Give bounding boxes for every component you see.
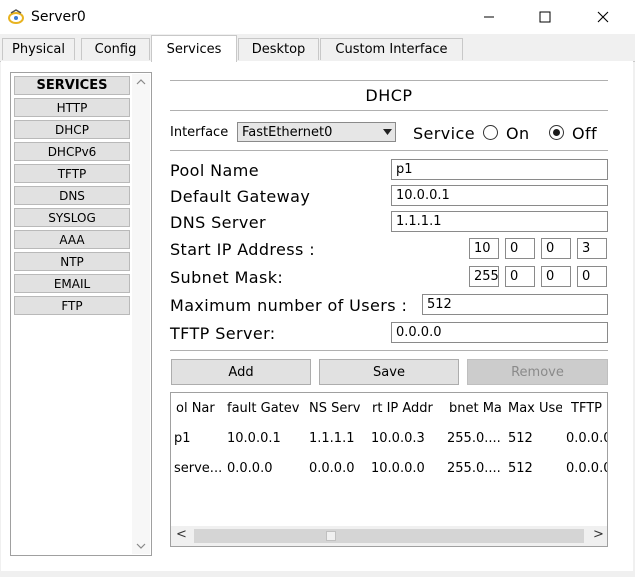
table-cell: 0.0.0.0 [566, 431, 607, 446]
default-gateway-label: Default Gateway [170, 187, 311, 206]
column-header[interactable]: rt IP Addr [372, 401, 444, 416]
tab-config[interactable]: Config [81, 38, 150, 60]
table-row[interactable]: p1 10.0.0.1 1.1.1.1 10.0.0.3 255.0.... 5… [172, 425, 607, 453]
subnet-octet-2[interactable]: 0 [505, 266, 535, 287]
tab-physical[interactable]: Physical [2, 38, 75, 60]
pool-name-field[interactable]: p1 [391, 159, 608, 180]
subnet-octet-4[interactable]: 0 [577, 266, 607, 287]
save-button[interactable]: Save [319, 359, 459, 385]
divider [170, 350, 608, 351]
pool-table-header: ol Nar fault Gatev NS Serv rt IP Addr bn… [172, 394, 607, 424]
divider [170, 150, 608, 151]
column-header[interactable]: TFTP [571, 401, 607, 416]
table-row[interactable]: serve... 0.0.0.0 0.0.0.0 10.0.0.0 255.0.… [172, 455, 607, 483]
tftp-server-field[interactable]: 0.0.0.0 [391, 322, 608, 343]
subnet-octet-3[interactable]: 0 [541, 266, 571, 287]
column-header[interactable]: NS Serv [309, 401, 367, 416]
subnet-mask-label: Subnet Mask: [170, 268, 284, 287]
table-cell: 512 [508, 461, 533, 476]
column-header[interactable]: fault Gatev [227, 401, 304, 416]
column-header[interactable]: ol Nar [176, 401, 222, 416]
window-bottom-edge [0, 571, 635, 577]
service-on-label: On [506, 124, 530, 143]
default-gateway-field[interactable]: 10.0.0.1 [391, 185, 608, 206]
service-dhcp[interactable]: DHCP [14, 120, 130, 139]
start-ip-octet-2[interactable]: 0 [505, 238, 535, 259]
table-cell: 0.0.0.0 [566, 461, 607, 476]
table-cell: 10.0.0.1 [227, 431, 281, 446]
service-ftp[interactable]: FTP [14, 296, 130, 315]
services-header: SERVICES [14, 76, 130, 95]
table-cell: 1.1.1.1 [309, 431, 355, 446]
max-users-field[interactable]: 512 [422, 294, 608, 315]
max-users-label: Maximum number of Users : [170, 296, 408, 315]
scroll-down-icon[interactable] [136, 542, 146, 550]
scrollbar-grip [326, 531, 336, 541]
chevron-down-icon [383, 129, 392, 135]
table-cell: 0.0.0.0 [309, 461, 355, 476]
add-button[interactable]: Add [171, 359, 311, 385]
table-cell: 10.0.0.0 [371, 461, 425, 476]
column-header[interactable]: bnet Ma [449, 401, 506, 416]
scrollbar-thumb[interactable] [194, 529, 584, 543]
tab-services[interactable]: Services [151, 35, 237, 62]
remove-button[interactable]: Remove [467, 359, 608, 385]
service-tftp[interactable]: TFTP [14, 164, 130, 183]
divider [170, 110, 608, 111]
table-cell: p1 [174, 431, 191, 446]
maximize-button[interactable] [522, 0, 568, 34]
minimize-button[interactable] [466, 0, 512, 34]
table-cell: serve... [174, 461, 223, 476]
start-ip-octet-1[interactable]: 10 [469, 238, 499, 259]
service-dns[interactable]: DNS [14, 186, 130, 205]
tab-desktop[interactable]: Desktop [238, 38, 319, 60]
service-aaa[interactable]: AAA [14, 230, 130, 249]
service-http[interactable]: HTTP [14, 98, 130, 117]
service-label: Service [413, 124, 475, 143]
scroll-right-icon[interactable]: > [593, 527, 604, 542]
service-off-radio[interactable] [549, 125, 564, 140]
service-ntp[interactable]: NTP [14, 252, 130, 271]
subnet-octet-1[interactable]: 255 [469, 266, 499, 287]
service-dhcpv6[interactable]: DHCPv6 [14, 142, 130, 161]
minimize-icon [484, 16, 494, 18]
dns-server-label: DNS Server [170, 213, 266, 232]
pool-name-label: Pool Name [170, 161, 259, 180]
interface-select[interactable]: FastEthernet0 [237, 122, 396, 142]
interface-select-value: FastEthernet0 [242, 125, 333, 140]
services-scrollbar[interactable] [132, 74, 150, 554]
interface-label: Interface [170, 125, 229, 140]
table-cell: 255.0.... [447, 461, 501, 476]
service-email[interactable]: EMAIL [14, 274, 130, 293]
table-cell: 255.0.... [447, 431, 501, 446]
table-cell: 512 [508, 431, 533, 446]
tftp-server-label: TFTP Server: [170, 324, 276, 343]
tab-custom-interface[interactable]: Custom Interface [320, 38, 463, 60]
service-syslog[interactable]: SYSLOG [14, 208, 130, 227]
scroll-left-icon[interactable]: < [176, 527, 187, 542]
table-cell: 10.0.0.3 [371, 431, 425, 446]
service-on-radio[interactable] [483, 125, 498, 140]
divider [170, 80, 608, 81]
start-ip-label: Start IP Address : [170, 240, 316, 259]
scroll-up-icon[interactable] [136, 78, 146, 86]
maximize-icon [539, 11, 551, 23]
start-ip-octet-4[interactable]: 3 [577, 238, 607, 259]
window-title: Server0 [31, 9, 86, 25]
start-ip-octet-3[interactable]: 0 [541, 238, 571, 259]
dhcp-title: DHCP [365, 86, 413, 105]
column-header[interactable]: Max Use [508, 401, 562, 416]
close-button[interactable] [580, 0, 626, 34]
server-app-icon [7, 9, 25, 25]
close-icon [597, 11, 609, 23]
service-off-label: Off [572, 124, 598, 143]
dns-server-field[interactable]: 1.1.1.1 [391, 211, 608, 232]
table-cell: 0.0.0.0 [227, 461, 273, 476]
